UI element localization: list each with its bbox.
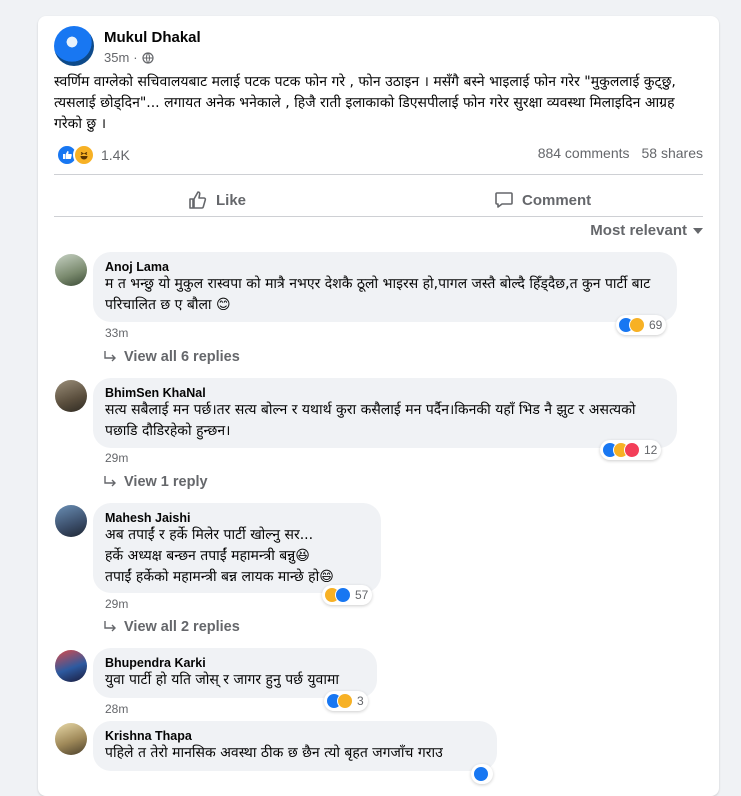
post-card: Mukul Dhakal 35m · स्वर्णिम वाग्लेको सचि… bbox=[38, 16, 719, 796]
comment-time[interactable]: 33m bbox=[105, 326, 128, 340]
divider bbox=[54, 174, 703, 175]
comment-time[interactable]: 29m bbox=[105, 451, 128, 465]
like-reaction-icon bbox=[473, 766, 489, 782]
view-replies-link[interactable]: View all 2 replies bbox=[104, 619, 240, 635]
post-text: स्वर्णिम वाग्लेको सचिवालयबाट मलाई पटक पट… bbox=[54, 74, 676, 132]
reply-arrow-icon bbox=[104, 351, 116, 362]
comments-count-link[interactable]: 884 comments bbox=[538, 145, 630, 161]
comment-time[interactable]: 29m bbox=[105, 597, 128, 611]
commenter-name[interactable]: Anoj Lama bbox=[105, 260, 665, 274]
globe-icon bbox=[142, 51, 154, 64]
post-time[interactable]: 35m bbox=[104, 50, 129, 65]
view-replies-link[interactable]: View 1 reply bbox=[104, 474, 208, 490]
like-label: Like bbox=[216, 191, 247, 209]
reply-arrow-icon bbox=[104, 621, 116, 632]
haha-reaction-icon bbox=[629, 317, 645, 333]
commenter-name[interactable]: Bhupendra Karki bbox=[105, 656, 365, 670]
divider bbox=[54, 216, 703, 217]
sort-label: Most relevant bbox=[590, 222, 687, 239]
commenter-name[interactable]: BhimSen KhaNal bbox=[105, 386, 665, 400]
commenter-avatar[interactable] bbox=[55, 650, 87, 682]
comment-bubble: Anoj Lama म त भन्छु यो मुकुल रास्वपा को … bbox=[93, 252, 677, 322]
reaction-count: 1.4K bbox=[101, 147, 130, 163]
comment-reaction-count: 57 bbox=[355, 588, 369, 602]
comment-bubble: BhimSen KhaNal सत्य सबैलाई मन पर्छ।तर सत… bbox=[93, 378, 677, 448]
comment-reactions[interactable]: 3 bbox=[324, 691, 368, 711]
comment-bubble: Mahesh Jaishi अब तपाईं र हर्के मिलेर पार… bbox=[93, 503, 381, 593]
comment-reaction-count: 3 bbox=[357, 694, 364, 708]
commenter-avatar[interactable] bbox=[55, 380, 87, 412]
commenter-avatar[interactable] bbox=[55, 723, 87, 755]
comment-reactions[interactable]: 69 bbox=[616, 315, 667, 335]
comment-text: म त भन्छु यो मुकुल रास्वपा को मात्रै नभए… bbox=[105, 276, 651, 313]
reply-arrow-icon bbox=[104, 476, 116, 487]
love-reaction-icon bbox=[624, 442, 640, 458]
like-reaction-icon bbox=[335, 587, 351, 603]
view-replies-link[interactable]: View all 6 replies bbox=[104, 349, 240, 365]
thumbs-up-icon bbox=[189, 191, 207, 209]
post-reactions[interactable]: 1.4K bbox=[56, 144, 130, 166]
commenter-name[interactable]: Krishna Thapa bbox=[105, 729, 485, 743]
post-meta: 35m · bbox=[104, 50, 154, 65]
comment-text: युवा पार्टी हो यति जोस् र जागर हुनु पर्छ… bbox=[105, 672, 339, 688]
comment-time[interactable]: 28m bbox=[105, 702, 128, 716]
post-stats: 884 comments 58 shares bbox=[538, 145, 703, 161]
author-avatar[interactable] bbox=[54, 26, 94, 66]
comment-reactions[interactable]: 57 bbox=[322, 585, 373, 605]
comment-reactions[interactable] bbox=[471, 764, 493, 784]
comment-reactions[interactable]: 12 bbox=[600, 440, 662, 460]
comment-text: सत्य सबैलाई मन पर्छ।तर सत्य बोल्न र यथार… bbox=[105, 402, 636, 439]
comment-button[interactable]: Comment bbox=[494, 182, 591, 218]
sort-dropdown[interactable]: Most relevant bbox=[590, 222, 703, 239]
like-button[interactable]: Like bbox=[188, 182, 246, 218]
shares-count-link[interactable]: 58 shares bbox=[642, 145, 703, 161]
comment-text: अब तपाईं र हर्के मिलेर पार्टी खोल्नु सर.… bbox=[105, 527, 334, 585]
comment-reaction-count: 12 bbox=[644, 443, 658, 457]
comment-bubble: Krishna Thapa पहिले त तेरो मानसिक अवस्था… bbox=[93, 721, 497, 771]
comment-reaction-count: 69 bbox=[649, 318, 663, 332]
haha-reaction-icon bbox=[337, 693, 353, 709]
haha-reaction-icon bbox=[73, 144, 95, 166]
caret-down-icon bbox=[693, 227, 703, 234]
comment-icon bbox=[495, 192, 513, 208]
comment-label: Comment bbox=[522, 191, 592, 209]
comment-text: पहिले त तेरो मानसिक अवस्था ठीक छ छैन त्य… bbox=[105, 745, 443, 761]
commenter-name[interactable]: Mahesh Jaishi bbox=[105, 511, 369, 525]
commenter-avatar[interactable] bbox=[55, 254, 87, 286]
post-author-name[interactable]: Mukul Dhakal bbox=[104, 29, 201, 46]
commenter-avatar[interactable] bbox=[55, 505, 87, 537]
